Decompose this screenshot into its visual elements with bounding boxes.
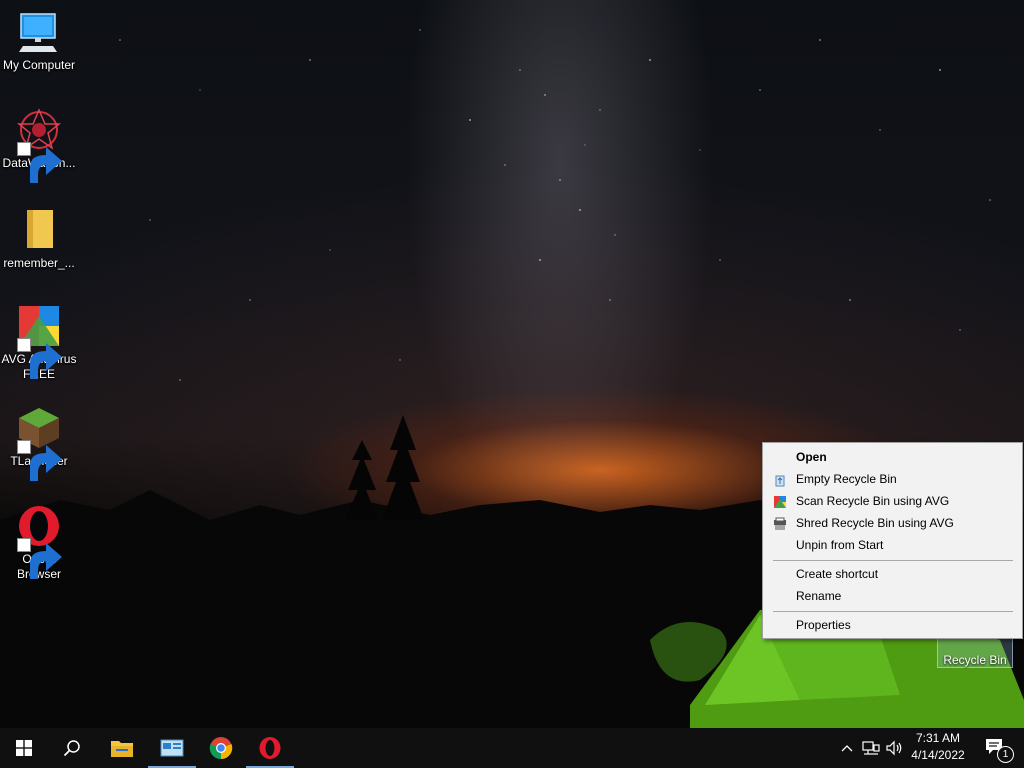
minecraft-block-icon [15,404,63,481]
speaker-icon [886,740,902,756]
clock-time: 7:31 AM [915,731,961,745]
menu-item-label: Properties [796,618,851,632]
avg-icon [773,494,787,508]
desktop-icon-label: My Computer [2,58,76,72]
shortcut-arrow-icon [17,440,62,481]
menu-item-label: Create shortcut [796,567,879,581]
start-icon [16,740,32,756]
context-menu: Open Empty Recycle Bin Scan Recycle Bin … [762,442,1023,639]
computer-icon [15,8,63,56]
chrome-icon [209,737,233,760]
chevron-up-icon [841,745,853,752]
menu-item-properties[interactable]: Properties [763,614,1022,636]
menu-item-label: Shred Recycle Bin using AVG [796,516,954,530]
start-button[interactable] [0,728,48,768]
network-button[interactable] [860,728,882,768]
menu-item-label: Scan Recycle Bin using AVG [796,494,950,508]
desktop-icon-label: Recycle Bin [943,653,1007,667]
menu-item-label: Unpin from Start [796,538,884,552]
desktop-icon-datawagon[interactable]: DataWagon... [0,106,78,183]
menu-item-scan-avg[interactable]: Scan Recycle Bin using AVG [763,490,1022,512]
taskbar-file-explorer[interactable] [98,728,146,768]
notification-count-badge: 1 [997,746,1014,763]
desktop-icon-label: remember_... [3,256,75,270]
desktop-icon-opera[interactable]: Opera Browser [0,502,78,582]
taskbar: 7:31 AM 4/14/2022 1 [0,728,1024,768]
show-hidden-icons-button[interactable] [838,728,856,768]
desktop-icon-avg[interactable]: AVG AntiVirus FREE [0,302,78,382]
action-center-button[interactable]: 1 [978,728,1014,768]
datawagon-icon [15,106,63,183]
menu-item-label: Open [796,450,827,464]
search-icon [63,740,80,757]
shortcut-arrow-icon [17,338,62,379]
recycle-icon [773,472,787,487]
control-panel-icon [160,739,184,757]
menu-item-unpin-start[interactable]: Unpin from Start [763,534,1022,556]
taskbar-opera[interactable] [246,728,294,768]
shortcut-arrow-icon [17,538,62,579]
desktop-icon-my-computer[interactable]: My Computer [0,8,78,73]
file-explorer-icon [111,741,133,757]
opera-icon [259,737,281,759]
taskbar-chrome[interactable] [197,728,245,768]
menu-separator [773,611,1013,612]
taskbar-control-panel[interactable] [148,728,196,768]
network-icon [862,741,880,755]
desktop-icon-remember[interactable]: remember_... [0,206,78,271]
menu-item-create-shortcut[interactable]: Create shortcut [763,563,1022,585]
menu-item-shred-avg[interactable]: Shred Recycle Bin using AVG [763,512,1022,534]
menu-item-label: Rename [796,589,842,603]
menu-separator [773,560,1013,561]
menu-item-empty-recycle-bin[interactable]: Empty Recycle Bin [763,468,1022,490]
shredder-icon [773,516,787,530]
taskbar-clock[interactable]: 7:31 AM 4/14/2022 [903,730,973,766]
search-button[interactable] [48,728,96,768]
desktop-icon-tlauncher[interactable]: TLauncher [0,404,78,481]
menu-item-label: Empty Recycle Bin [796,472,897,486]
avg-icon [15,302,63,379]
menu-item-rename[interactable]: Rename [763,585,1022,607]
shortcut-arrow-icon [17,142,62,183]
clock-date: 4/14/2022 [911,748,965,762]
desktop-icon-recycle-bin[interactable]: Recycle Bin [937,636,1013,668]
opera-icon [15,502,63,579]
folder-icon [15,206,63,254]
menu-item-open[interactable]: Open [763,446,1022,468]
